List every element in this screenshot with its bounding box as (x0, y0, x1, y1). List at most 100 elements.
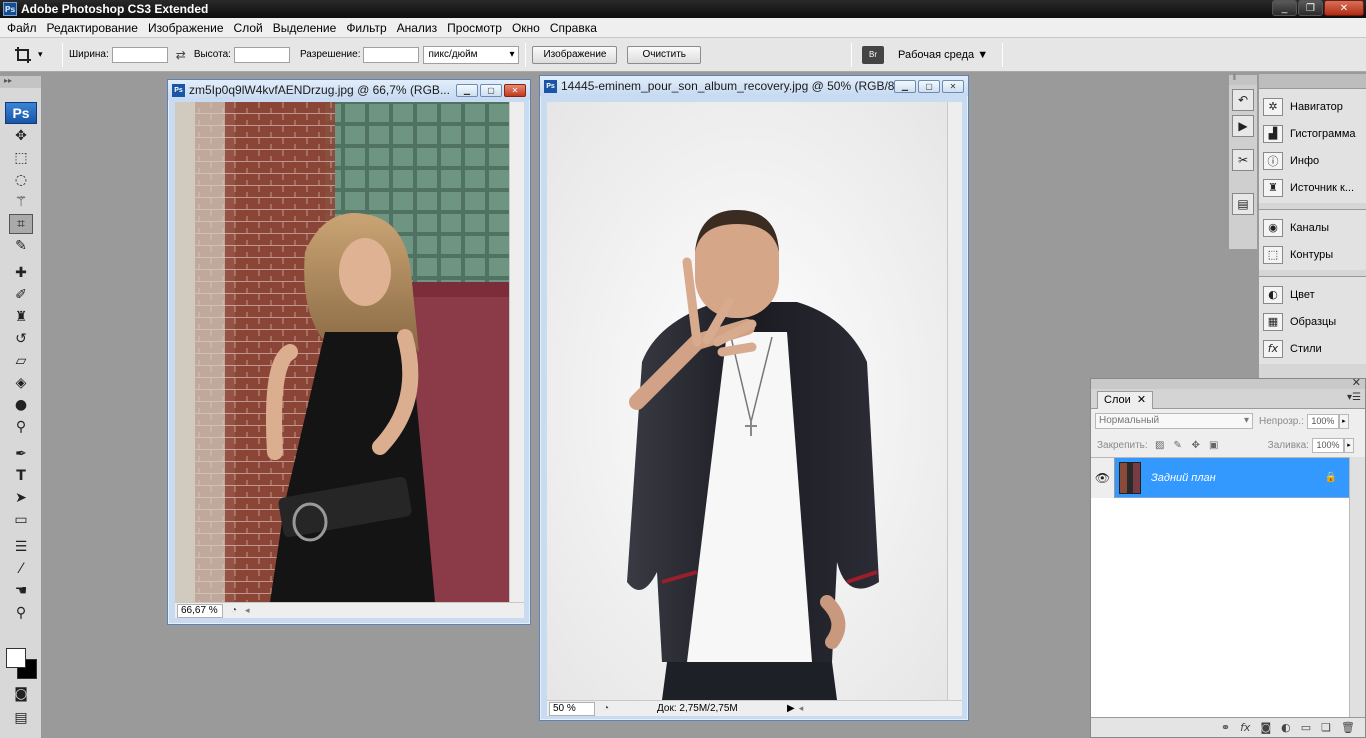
lock-transparency-icon[interactable]: ▨ (1154, 439, 1166, 451)
tab-layers[interactable]: Слои ✕ (1097, 391, 1154, 409)
shape-tool-icon[interactable]: ▭ (9, 510, 33, 530)
brush-tool-icon[interactable]: ✐ (9, 285, 33, 305)
screen-mode-icon[interactable]: ▤ (9, 708, 33, 728)
zoom-tool-icon[interactable]: ⚲ (9, 603, 33, 623)
vertical-scrollbar[interactable] (947, 102, 962, 700)
panel-info[interactable]: ⓘ Инфо (1259, 147, 1366, 174)
panel-color[interactable]: ◐ Цвет (1259, 281, 1366, 308)
document-canvas[interactable] (175, 102, 509, 602)
doc-minimize-button[interactable]: ▁ (894, 79, 916, 93)
add-mask-icon[interactable]: ◙ (1260, 721, 1271, 734)
menu-window[interactable]: Окно (507, 18, 545, 38)
tab-close-icon[interactable]: ✕ (1137, 394, 1146, 406)
status-info-icon[interactable]: ◔ (599, 703, 613, 715)
panel-clone-source[interactable]: ♜ Источник к... (1259, 174, 1366, 201)
layer-style-icon[interactable]: fx (1240, 721, 1250, 734)
resolution-input[interactable] (363, 46, 420, 63)
pen-tool-icon[interactable]: ✒ (9, 444, 33, 464)
layers-scrollbar[interactable] (1349, 457, 1365, 717)
delete-layer-icon[interactable]: 🗑 (1341, 721, 1355, 734)
doc-minimize-button[interactable]: ▁ (456, 83, 478, 97)
path-selection-tool-icon[interactable]: ➤ (9, 488, 33, 508)
doc-close-button[interactable]: ✕ (942, 79, 964, 93)
opacity-slider-arrow-icon[interactable]: ▸ (1338, 413, 1349, 429)
move-tool-icon[interactable]: ✥ (9, 126, 33, 146)
zoom-level-field[interactable]: 66,67 % (177, 603, 223, 618)
minimize-button[interactable]: _ (1272, 0, 1297, 16)
notes-tool-icon[interactable]: ☰ (9, 537, 33, 557)
opacity-field[interactable]: 100% (1306, 413, 1339, 429)
document-window-1[interactable]: Ps zm5Ip0q9lW4kvfAENDrzug.jpg @ 66,7% (R… (167, 79, 531, 625)
actions-icon[interactable]: ▶ (1232, 115, 1254, 137)
lock-pixels-icon[interactable]: ✎ (1172, 439, 1184, 451)
layer-row[interactable]: 👁 Задний план 🔒 (1091, 457, 1349, 498)
panel-styles[interactable]: fx Стили (1259, 335, 1366, 362)
status-menu-arrow-icon[interactable]: ▶ (787, 703, 795, 714)
eye-visibility-icon[interactable]: 👁 (1091, 457, 1115, 498)
layers-panel-header[interactable]: ✕ (1091, 376, 1365, 389)
menu-layer[interactable]: Слой (229, 18, 268, 38)
panel-channels[interactable]: ◉ Каналы (1259, 214, 1366, 241)
marquee-tool-icon[interactable]: ⬚ (9, 148, 33, 168)
height-input[interactable] (233, 46, 290, 63)
panel-histogram[interactable]: ▟ Гистограмма (1259, 120, 1366, 147)
workspace-menu[interactable]: Рабочая среда ▼ (898, 49, 988, 61)
toolbox-grip[interactable]: ▸▸ (0, 76, 41, 88)
width-input[interactable] (111, 46, 168, 63)
quick-mask-icon[interactable]: ◙ (9, 684, 33, 704)
lock-all-icon[interactable]: ▣ (1208, 439, 1220, 451)
history-icon[interactable]: ↶ (1232, 89, 1254, 111)
fill-slider-arrow-icon[interactable]: ▸ (1343, 437, 1354, 453)
clone-stamp-tool-icon[interactable]: ♜ (9, 307, 33, 327)
document-canvas[interactable] (547, 102, 947, 700)
blur-tool-icon[interactable]: ● (9, 395, 33, 415)
vertical-scrollbar[interactable] (509, 102, 524, 602)
zoom-level-field[interactable]: 50 % (549, 701, 595, 716)
doc-maximize-button[interactable]: ▢ (480, 83, 502, 97)
panel-navigator[interactable]: ✲ Навигатор (1259, 93, 1366, 120)
dock-grip[interactable] (1259, 74, 1366, 88)
tool-presets-icon[interactable]: ✂ (1232, 149, 1254, 171)
menu-view[interactable]: Просмотр (442, 18, 507, 38)
status-info-icon[interactable]: ◔ (227, 605, 241, 617)
menu-help[interactable]: Справка (545, 18, 602, 38)
menu-image[interactable]: Изображение (143, 18, 229, 38)
panel-paths[interactable]: ⬚ Контуры (1259, 241, 1366, 268)
new-layer-icon[interactable]: ❏ (1321, 721, 1331, 734)
lasso-tool-icon[interactable]: ◌ (9, 170, 33, 190)
menu-edit[interactable]: Редактирование (42, 18, 143, 38)
resolution-units-select[interactable]: пикс/дюйм (423, 45, 520, 64)
scroll-left-icon[interactable]: ◂ (799, 703, 804, 714)
panel-menu-icon[interactable]: ▾☰ (1347, 392, 1361, 403)
crop-tool-icon[interactable]: ⌗ (9, 214, 33, 234)
tool-preset-picker[interactable]: ▾ (14, 42, 56, 68)
doc-maximize-button[interactable]: ▢ (918, 79, 940, 93)
menu-analysis[interactable]: Анализ (392, 18, 443, 38)
magic-wand-tool-icon[interactable]: ⚚ (9, 192, 33, 212)
bridge-icon[interactable]: Br (862, 45, 885, 64)
eyedropper-tool-icon[interactable]: ⁄ (9, 559, 33, 579)
close-button[interactable]: ✕ (1324, 0, 1364, 16)
blend-mode-select[interactable]: Нормальный (1095, 413, 1253, 429)
clear-button[interactable]: Очистить (627, 45, 702, 64)
type-tool-icon[interactable]: T (9, 466, 33, 486)
menu-select[interactable]: Выделение (268, 18, 342, 38)
doc-close-button[interactable]: ✕ (504, 83, 526, 97)
eraser-tool-icon[interactable]: ▱ (9, 351, 33, 371)
menu-file[interactable]: Файл (2, 18, 42, 38)
dodge-tool-icon[interactable]: ⚲ (9, 417, 33, 437)
adjustment-layer-icon[interactable]: ◐ (1281, 721, 1291, 734)
slice-tool-icon[interactable]: ✎ (9, 236, 33, 256)
layer-name[interactable]: Задний план (1151, 472, 1325, 484)
paint-bucket-tool-icon[interactable]: ◈ (9, 373, 33, 393)
layer-comps-icon[interactable]: ▤ (1232, 193, 1254, 215)
lock-position-icon[interactable]: ✥ (1190, 439, 1202, 451)
menu-filter[interactable]: Фильтр (341, 18, 391, 38)
document-title-bar[interactable]: Ps 14445-eminem_pour_son_album_recovery.… (540, 76, 968, 96)
new-group-icon[interactable]: ▭ (1301, 721, 1311, 734)
document-title-bar[interactable]: Ps zm5Ip0q9lW4kvfAENDrzug.jpg @ 66,7% (R… (168, 80, 530, 100)
restore-button[interactable]: ❐ (1298, 0, 1323, 16)
ps-logo[interactable]: Ps (5, 102, 37, 124)
history-brush-tool-icon[interactable]: ↺ (9, 329, 33, 349)
close-icon[interactable]: ✕ (1352, 376, 1361, 389)
